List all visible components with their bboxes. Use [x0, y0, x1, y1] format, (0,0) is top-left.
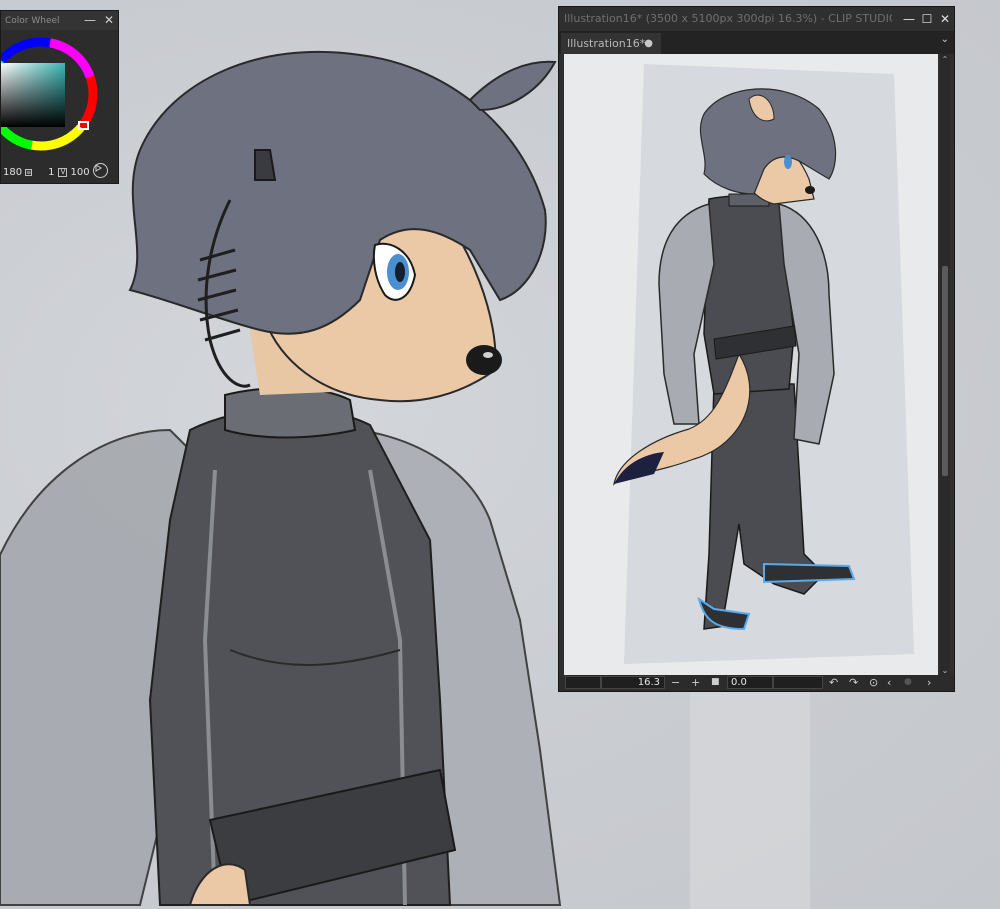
subview-titlebar[interactable]: Illustration16* (3500 x 5100px 300dpi 16… [559, 7, 954, 31]
rotation-slider[interactable] [773, 676, 823, 689]
minimize-icon[interactable]: — [84, 13, 96, 27]
scrollbar-thumb[interactable] [942, 266, 948, 476]
close-icon[interactable]: ✕ [936, 7, 954, 31]
value-value[interactable]: 100 [70, 167, 89, 178]
color-wheel-title: Color Wheel [5, 15, 60, 26]
chevron-down-icon[interactable]: ⌄ [941, 34, 949, 45]
color-values-row: 180 ≡ 1 V 100 [1, 162, 118, 182]
scroll-up-icon[interactable]: ⌃ [940, 55, 950, 64]
play-icon[interactable] [93, 163, 108, 178]
scroll-down-icon[interactable]: ⌄ [940, 666, 950, 675]
scroll-position-icon[interactable]: ● [904, 675, 912, 690]
subview-title: Illustration16* (3500 x 5100px 300dpi 16… [564, 12, 933, 25]
navigator-slider-left[interactable] [565, 676, 601, 689]
subview-window[interactable]: Illustration16* (3500 x 5100px 300dpi 16… [558, 6, 955, 692]
zoom-in-icon[interactable]: + [691, 675, 700, 690]
fit-square-icon[interactable]: ■ [711, 675, 720, 690]
rotation-field[interactable]: 0.0 [727, 676, 773, 689]
subview-statusbar: 16.3 − + ■ 0.0 ↶ ↷ ⊙ ‹ ● › [559, 675, 954, 691]
color-wheel-area[interactable] [0, 30, 120, 160]
vertical-scrollbar[interactable]: ⌃ ⌄ [940, 54, 950, 676]
scroll-left-icon[interactable]: ‹ [887, 675, 891, 690]
value-label: V [58, 167, 68, 177]
subview-canvas[interactable] [564, 54, 938, 676]
close-icon[interactable]: ✕ [104, 13, 114, 27]
hue-mode-icon[interactable]: ≡ [25, 168, 33, 176]
minimize-icon[interactable]: — [900, 7, 918, 31]
zoom-field[interactable]: 16.3 [601, 676, 665, 689]
maximize-icon[interactable]: ☐ [918, 7, 936, 31]
unsaved-dot-icon: ● [644, 38, 653, 49]
tab-illustration16[interactable]: Illustration16* ● [561, 33, 661, 54]
rotate-right-icon[interactable]: ↷ [849, 675, 858, 690]
scroll-right-icon[interactable]: › [927, 675, 931, 690]
reset-rotation-icon[interactable]: ⊙ [869, 675, 878, 690]
rotate-left-icon[interactable]: ↶ [829, 675, 838, 690]
color-wheel-palette[interactable]: Color Wheel — ✕ 180 ≡ 1 V 100 [0, 10, 119, 184]
tab-label: Illustration16* [567, 37, 646, 50]
thumbnail-artwork [613, 64, 914, 664]
tab-bar: Illustration16* ● ⌄ [559, 31, 954, 54]
hue-value[interactable]: 180 [3, 167, 22, 178]
saturation-value[interactable]: 1 [48, 167, 54, 178]
zoom-out-icon[interactable]: − [671, 675, 680, 690]
color-wheel-titlebar[interactable]: Color Wheel — ✕ [1, 11, 118, 30]
